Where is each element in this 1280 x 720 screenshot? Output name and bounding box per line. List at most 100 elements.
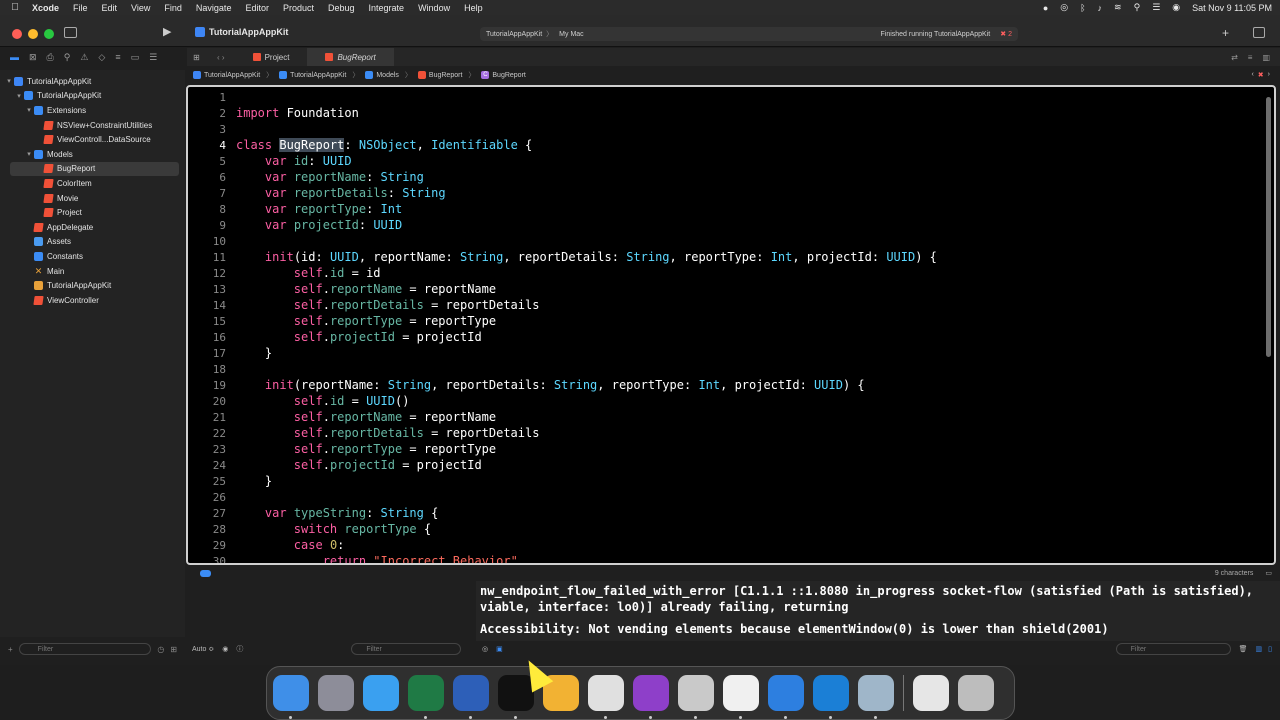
breadcrumb-group[interactable]: TutorialAppAppKit [279,71,346,79]
sidebar-toggle-icon[interactable] [64,27,77,38]
navigator-item[interactable]: TutorialAppAppKit [0,278,185,293]
navigator-filter-input[interactable]: Filter [18,643,152,655]
split-icon[interactable]: ▭ [1265,569,1272,577]
eye-icon[interactable]: ◉ [222,645,228,653]
previous-issue-icon[interactable]: ‹ [1251,71,1253,79]
dock-word-icon[interactable] [453,675,489,719]
dock-launchpad-icon[interactable] [318,675,354,711]
refresh-icon[interactable]: ⇄ [1231,53,1238,62]
navigator-item[interactable]: Constants [0,249,185,264]
breadcrumb-file[interactable]: BugReport [417,71,462,79]
dock-notes-pen-icon[interactable] [678,675,714,719]
menu-view[interactable]: View [131,3,150,13]
disclosure-triangle-icon[interactable]: ▾ [24,106,34,114]
dock-textedit-icon[interactable] [723,675,759,719]
chrome-status-icon[interactable]: ◉ [1172,2,1180,13]
breadcrumb-project[interactable]: TutorialAppAppKit [193,71,260,79]
console-output[interactable]: nw_endpoint_flow_failed_with_error [C1.1… [476,581,1280,641]
menu-edit[interactable]: Edit [102,3,118,13]
search-icon[interactable]: ⚲ [1134,2,1141,13]
console-options-icon[interactable]: ◎ [482,645,488,653]
destination-selector[interactable]: My Mac [559,31,584,38]
report-icon[interactable]: ☰ [149,52,157,63]
sound-icon[interactable]: ♪ [1098,3,1103,13]
clock[interactable]: Sat Nov 9 11:05 PM [1192,3,1272,13]
error-count[interactable]: 2 [1008,31,1012,38]
disclosure-triangle-icon[interactable]: ▾ [14,92,24,100]
tab-project[interactable]: Project [235,48,308,66]
navigator-item[interactable]: ✕ Main [0,264,185,279]
issue-icon[interactable]: ⚠ [80,52,88,63]
editor-scrollbar[interactable] [1266,97,1271,357]
menu-debug[interactable]: Debug [328,3,355,13]
test-icon[interactable]: ◇ [98,52,105,63]
disclosure-triangle-icon[interactable]: ▾ [24,150,34,158]
menu-navigate[interactable]: Navigate [196,3,232,13]
scheme-selector[interactable]: TutorialAppAppKit [486,31,542,38]
tab-bugreport[interactable]: BugReport [307,48,394,66]
wifi-icon[interactable]: ≋ [1114,2,1122,13]
project-navigator-icon[interactable]: ▬ [10,52,19,62]
variables-filter-input[interactable]: Filter [351,643,462,655]
navigator-item[interactable]: ▾ TutorialAppAppKit [0,74,185,89]
find-icon[interactable]: ⚲ [64,52,71,63]
navigator-item[interactable]: ViewController [0,293,185,308]
navigator-item[interactable]: ▾ Models [0,147,185,162]
dock-documents-icon[interactable] [913,675,949,711]
dock-safari-icon[interactable] [363,675,399,711]
run-button[interactable]: ▶ [163,26,175,38]
console-scroll-icon[interactable]: ▣ [496,645,503,653]
navigator-item[interactable]: BugReport [10,161,179,177]
add-file-icon[interactable]: + [8,645,13,654]
dock-feedback-icon[interactable] [633,675,669,719]
debug-icon[interactable]: ≡ [115,52,120,62]
control-center-icon[interactable]: ☰ [1152,2,1160,13]
navigator-item[interactable]: ColorItem [0,176,185,191]
back-forward-icon[interactable]: ‹ › [217,53,225,62]
disclosure-triangle-icon[interactable]: ▾ [4,77,14,85]
navigator-item[interactable]: ▾ Extensions [0,103,185,118]
clear-console-icon[interactable]: 🗑 [1239,645,1248,653]
toggle-debug-area-icon[interactable] [200,569,211,577]
bookmark-icon[interactable]: ⎙ [47,52,54,63]
info-icon[interactable]: ⓘ [236,644,243,654]
error-badge-icon[interactable]: ✖ [1000,30,1006,38]
recent-files-icon[interactable]: ◷ [157,645,164,654]
issue-error-icon[interactable]: ✖ [1258,71,1264,79]
menu-integrate[interactable]: Integrate [369,3,405,13]
dock-vscode-icon[interactable] [813,675,849,719]
record-icon[interactable]: ● [1043,3,1048,13]
split-editor-icon[interactable]: ▥ [1262,53,1270,62]
menu-help[interactable]: Help [464,3,483,13]
activity-bar[interactable]: TutorialAppAppKit 〉 My Mac Finished runn… [480,27,1018,41]
inspector-toggle-icon[interactable] [1253,27,1265,38]
show-variables-icon[interactable]: ▥ [1256,645,1263,653]
breadcrumb-symbol[interactable]: C BugReport [481,71,526,79]
menu-window[interactable]: Window [418,3,450,13]
menu-product[interactable]: Product [283,3,314,13]
show-console-icon[interactable]: ▯ [1268,645,1272,653]
dock-chrome-icon[interactable] [588,675,624,719]
navigator-item[interactable]: Assets [0,235,185,250]
project-title[interactable]: TutorialAppAppKit [195,27,288,37]
next-issue-icon[interactable]: › [1268,71,1270,79]
navigator-item[interactable]: Movie [0,191,185,206]
navigator-item[interactable]: Project [0,205,185,220]
dock-excel-icon[interactable] [408,675,444,719]
library-plus-icon[interactable]: + [1222,26,1229,40]
zoom-window-button[interactable] [44,29,54,39]
menu-find[interactable]: Find [164,3,182,13]
menu-file[interactable]: File [73,3,88,13]
navigator-item[interactable]: NSView+ConstraintUtilities [0,118,185,133]
related-items-icon[interactable]: ⊞ [193,53,207,62]
navigator-item[interactable]: ▾ TutorialAppAppKit [0,89,185,104]
editor-options-icon[interactable]: ≡ [1248,53,1253,62]
apple-menu-icon[interactable]:  [8,2,22,13]
airdrop-icon[interactable]: ◎ [1060,2,1068,13]
variables-scope-selector[interactable]: Auto ≎ [192,645,214,653]
minimize-window-button[interactable] [28,29,38,39]
source-editor[interactable]: 1 2 import Foundation 3 4 class BugReport: NS… [186,85,1276,565]
close-window-button[interactable] [12,29,22,39]
navigator-item[interactable]: AppDelegate [0,220,185,235]
menu-editor[interactable]: Editor [245,3,269,13]
